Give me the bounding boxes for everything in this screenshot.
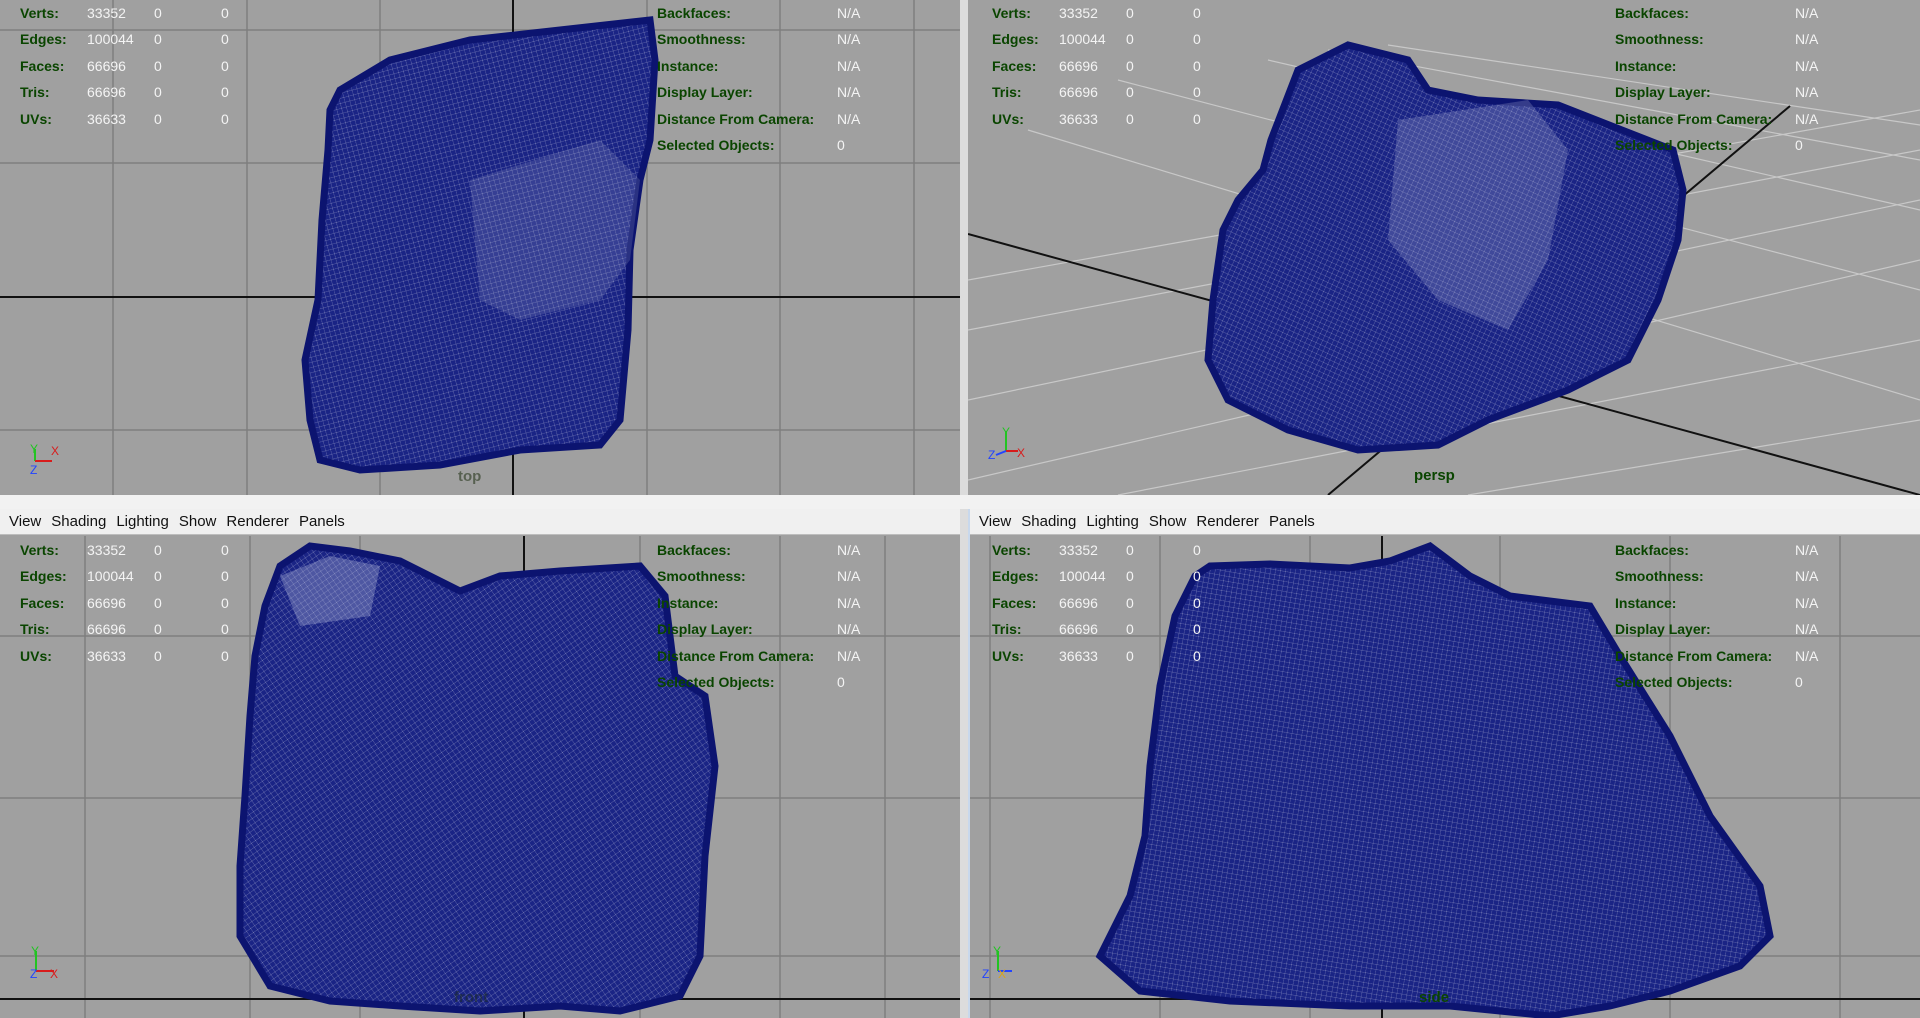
front-axis-y-label: Y <box>31 945 39 958</box>
persp-axis-gizmo: Y Z X <box>988 425 1028 465</box>
side-axis-z-label: Z <box>982 967 989 981</box>
hud-row: Tris: 66696 0 0 <box>20 621 229 638</box>
hud-row: Smoothness: N/A <box>1615 31 1819 48</box>
menu-view[interactable]: View <box>974 509 1016 535</box>
hud-row: Tris: 66696 0 0 <box>992 84 1201 101</box>
top-hud-object-details: Backfaces: N/A Smoothness: N/A Instance: N/… <box>657 0 860 158</box>
persp-camera-label: persp <box>1414 467 1455 484</box>
hud-row: Tris: 66696 0 0 <box>992 621 1201 638</box>
hud-row: Backfaces: N/A <box>657 5 861 21</box>
menu-panels[interactable]: Panels <box>1264 509 1320 535</box>
menu-shading[interactable]: Shading <box>46 509 111 535</box>
viewport-splitter-horizontal[interactable] <box>0 495 1920 509</box>
top-camera-label: top <box>458 468 482 485</box>
top-hud-poly-count: Verts: 33352 0 0 Edges: 100044 0 0 Faces: 66696… <box>20 0 288 132</box>
hud-row: Edges: 100044 0 0 <box>20 31 229 48</box>
hud-row: Distance From Camera: N/A <box>657 110 861 127</box>
hud-row: Instance: N/A <box>657 594 861 611</box>
hud-row: Edges: 100044 0 0 <box>20 568 229 585</box>
hud-row: Verts: 33352 0 0 <box>20 542 229 558</box>
hud-row: Display Layer: N/A <box>657 621 861 638</box>
hud-row: Backfaces: N/A <box>1615 5 1819 21</box>
hud-row: Display Layer: N/A <box>1615 621 1819 638</box>
menu-shading[interactable]: Shading <box>1016 509 1081 535</box>
hud-row: Smoothness: N/A <box>657 31 861 48</box>
persp-axis-x-label: X <box>1017 446 1025 460</box>
side-hud-poly-count: Verts: 33352 0 0 Edges: 100044 0 0 Faces: 66696… <box>992 537 1260 669</box>
hud-row: Distance From Camera: N/A <box>657 647 861 664</box>
hud-row: Backfaces: N/A <box>1615 542 1819 558</box>
hud-row: UVs: 36633 0 0 <box>20 647 229 664</box>
hud-row: Faces: 66696 0 0 <box>992 594 1201 611</box>
viewport-splitter-vertical[interactable] <box>960 0 968 1018</box>
hud-row: Verts: 33352 0 0 <box>992 5 1201 21</box>
hud-row: Backfaces: N/A <box>657 542 861 558</box>
hud-row: UVs: 36633 0 0 <box>992 110 1201 127</box>
persp-hud-object-details: Backfaces: N/A Smoothness: N/A Instance: N/… <box>1615 0 1818 158</box>
viewport-top[interactable]: Y X Z top Verts: 33352 0 0 Edges: 100044 0 0 F… <box>0 0 960 495</box>
side-hud-object-details: Backfaces: N/A Smoothness: N/A Instance: N/… <box>1615 537 1818 695</box>
front-hud-poly-count: Verts: 33352 0 0 Edges: 100044 0 0 Faces: 66696… <box>20 537 288 669</box>
menu-renderer[interactable]: Renderer <box>221 509 294 535</box>
persp-hud-poly-count: Verts: 33352 0 0 Edges: 100044 0 0 Faces: 66696… <box>992 0 1260 132</box>
hud-row: Instance: N/A <box>657 57 861 74</box>
front-axis-z-label: Z <box>30 967 37 981</box>
hud-row: Edges: 100044 0 0 <box>992 31 1201 48</box>
hud-row: Verts: 33352 0 0 <box>992 542 1201 558</box>
menu-view[interactable]: View <box>4 509 46 535</box>
hud-row: Faces: 66696 0 0 <box>20 57 229 74</box>
menu-renderer[interactable]: Renderer <box>1191 509 1264 535</box>
hud-row: Faces: 66696 0 0 <box>20 594 229 611</box>
viewport-persp[interactable]: Y Z X persp Verts: 33352 0 0 Edges: 100044 0 0… <box>968 0 1920 495</box>
hud-row: Instance: N/A <box>1615 594 1819 611</box>
viewport-side[interactable]: View Shading Lighting Show Renderer Pane… <box>968 509 1920 1018</box>
hud-row: UVs: 36633 0 0 <box>992 647 1201 664</box>
hud-row: Smoothness: N/A <box>657 568 861 585</box>
front-camera-label: front <box>454 989 489 1006</box>
hud-row: Faces: 66696 0 0 <box>992 57 1201 74</box>
hud-row: Distance From Camera: N/A <box>1615 647 1819 664</box>
menu-show[interactable]: Show <box>1144 509 1192 535</box>
front-panel-menubar: View Shading Lighting Show Renderer Pane… <box>0 509 960 535</box>
top-axis-z-label: Z <box>30 463 37 477</box>
top-axis-x-label: X <box>51 444 59 458</box>
menu-lighting[interactable]: Lighting <box>1081 509 1144 535</box>
menu-lighting[interactable]: Lighting <box>111 509 174 535</box>
hud-row: Selected Objects: 0 <box>1615 673 1803 690</box>
top-axis-y-label: Y <box>30 442 38 456</box>
viewport-front[interactable]: View Shading Lighting Show Renderer Pane… <box>0 509 960 1018</box>
side-camera-label: side <box>1419 989 1450 1006</box>
hud-row: Selected Objects: 0 <box>1615 136 1803 153</box>
front-axis-gizmo: Y Z X <box>26 944 66 985</box>
hud-row: Distance From Camera: N/A <box>1615 110 1819 127</box>
hud-row: Tris: 66696 0 0 <box>20 84 229 101</box>
hud-row: UVs: 36633 0 0 <box>20 110 229 127</box>
front-hud-object-details: Backfaces: N/A Smoothness: N/A Instance: N/… <box>657 537 860 695</box>
hud-row: Verts: 33352 0 0 <box>20 5 229 21</box>
hud-row: Display Layer: N/A <box>657 84 861 101</box>
front-axis-x-label: X <box>50 967 58 981</box>
hud-row: Smoothness: N/A <box>1615 568 1819 585</box>
side-panel-menubar: View Shading Lighting Show Renderer Pane… <box>970 509 1920 535</box>
menu-panels[interactable]: Panels <box>294 509 350 535</box>
side-axis-gizmo: Y Z X <box>980 944 1020 985</box>
hud-row: Instance: N/A <box>1615 57 1819 74</box>
side-axis-y-label: Y <box>993 945 1001 958</box>
hud-row: Edges: 100044 0 0 <box>992 568 1201 585</box>
hud-row: Selected Objects: 0 <box>657 673 845 690</box>
side-axis-x-label: X <box>998 967 1006 981</box>
hud-row: Selected Objects: 0 <box>657 136 845 153</box>
hud-row: Display Layer: N/A <box>1615 84 1819 101</box>
menu-show[interactable]: Show <box>174 509 222 535</box>
persp-axis-y-label: Y <box>1002 425 1010 439</box>
top-axis-gizmo: Y X Z <box>26 441 66 481</box>
persp-axis-z-label: Z <box>988 448 995 462</box>
